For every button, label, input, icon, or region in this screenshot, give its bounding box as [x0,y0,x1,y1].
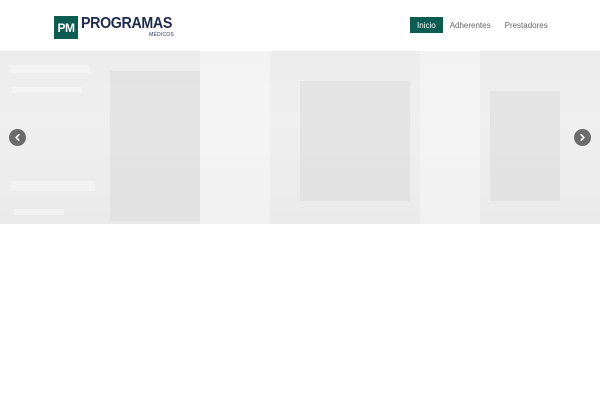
nav-item-inicio[interactable]: Inicio [410,17,443,33]
hero-slider [0,51,600,224]
slide-background-block [200,51,270,224]
nav-item-prestadores[interactable]: Prestadores [498,17,555,33]
slide-background-block [10,65,90,73]
main-nav: Inicio Adherentes Prestadores [410,17,555,33]
slider-prev-button[interactable] [9,129,26,146]
logo-title: PROGRAMAS [81,15,172,32]
site-header: PM PROGRAMAS MÉDICOS Inicio Adherentes P… [0,0,600,51]
logo-badge: PM [54,16,78,39]
slider-next-button[interactable] [574,129,591,146]
logo[interactable]: PM PROGRAMAS MÉDICOS [54,16,180,39]
nav-item-adherentes[interactable]: Adherentes [443,17,498,33]
chevron-right-icon [580,133,585,142]
logo-subtitle: MÉDICOS [149,32,174,38]
chevron-left-icon [15,133,20,142]
slide-background-block [110,71,200,221]
slide-background-block [420,51,480,224]
slide-background-block [14,209,64,215]
slide-background-block [300,81,410,201]
slide-background-block [10,181,95,191]
slide-background-block [12,87,82,93]
slide-background-block [490,91,560,201]
logo-wordmark: PROGRAMAS MÉDICOS [81,15,180,39]
